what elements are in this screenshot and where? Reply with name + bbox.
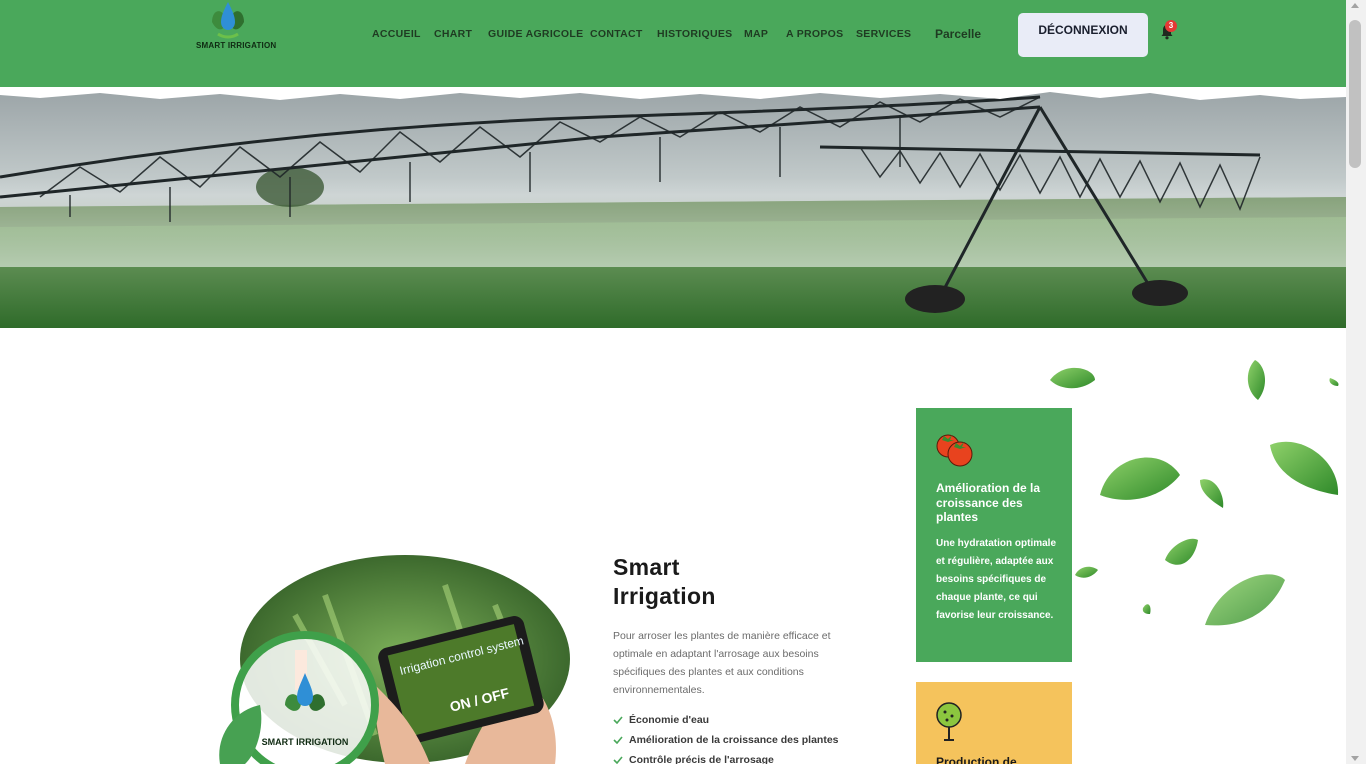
leaf-icon (1050, 367, 1095, 389)
scrollbar-thumb[interactable] (1349, 20, 1361, 168)
feature-label: Contrôle précis de l'arrosage (629, 754, 774, 764)
logo-text: SMART IRRIGATION (196, 41, 277, 50)
check-icon (613, 716, 623, 725)
leaf-drop-logo-icon (212, 2, 244, 39)
leaf-icon (1200, 479, 1224, 508)
check-icon (613, 736, 623, 745)
nav-map[interactable]: MAP (744, 28, 768, 40)
site-logo[interactable]: SMART IRRIGATION (196, 0, 277, 52)
title-line-2: Irrigation (613, 583, 716, 609)
nav-services[interactable]: SERVICES (856, 28, 911, 40)
nav-accueil[interactable]: ACCUEIL (372, 28, 421, 40)
smart-irrigation-illustration: Irrigation control system ON / OFF SMART… (215, 555, 575, 764)
floating-leaves-decoration (1050, 360, 1339, 626)
card-title: Production de (936, 755, 1017, 764)
tomato-icon (936, 434, 973, 467)
top-navbar: SMART IRRIGATION ACCUEIL CHART GUIDE AGR… (0, 0, 1346, 87)
feature-item: Amélioration de la croissance des plante… (613, 734, 839, 746)
nav-a-propos[interactable]: A PROPOS (786, 28, 843, 40)
scroll-up-arrow-icon[interactable] (1351, 3, 1359, 8)
leaf-icon (1247, 360, 1266, 400)
section-description: Pour arroser les plantes de manière effi… (613, 630, 831, 696)
leaf-icon (1165, 538, 1198, 565)
feature-card-production: Production de (916, 682, 1072, 764)
nav-chart[interactable]: CHART (434, 28, 472, 40)
feature-item: Contrôle précis de l'arrosage (613, 754, 774, 764)
leaf-icon (1205, 574, 1285, 626)
leaf-icon (1270, 441, 1339, 495)
notification-badge: 3 (1165, 20, 1177, 32)
section-title: Smart Irrigation (613, 553, 813, 611)
title-line-1: Smart (613, 554, 680, 580)
nav-contact[interactable]: CONTACT (590, 28, 643, 40)
leaf-icon (1075, 566, 1098, 578)
nav-parcelle[interactable]: Parcelle (935, 27, 981, 41)
nav-historiques[interactable]: HISTORIQUES (657, 28, 732, 40)
feature-item: Économie d'eau (613, 714, 709, 726)
leaf-icon (1329, 378, 1339, 386)
check-icon (613, 756, 623, 764)
leaf-icon (1142, 604, 1151, 614)
feature-label: Amélioration de la croissance des plante… (629, 734, 839, 746)
leaf-icon (1100, 457, 1180, 500)
scroll-down-arrow-icon[interactable] (1351, 756, 1359, 761)
illustration-logo-text: SMART IRRIGATION (262, 737, 349, 747)
hero-banner-image (0, 87, 1346, 328)
feature-label: Économie d'eau (629, 714, 710, 726)
logout-button[interactable]: DÉCONNEXION (1018, 13, 1148, 57)
tree-icon (936, 702, 962, 741)
nav-guide-agricole[interactable]: GUIDE AGRICOLE (488, 28, 583, 40)
